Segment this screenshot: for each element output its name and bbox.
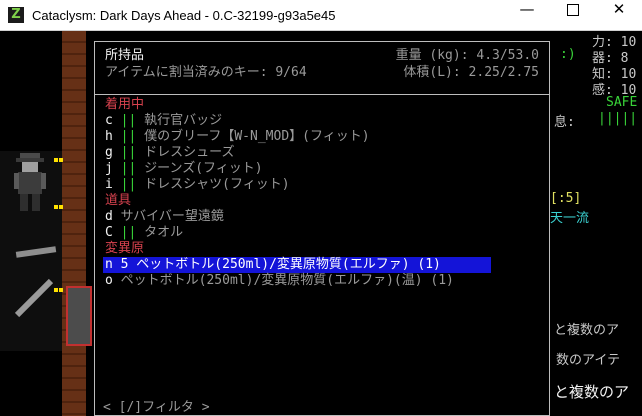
assigned-keys-label: アイテムに割当済みのキー: 9/64: [105, 65, 307, 81]
weight-label: 重量 (kg):: [395, 48, 469, 63]
assigned-keys-text: アイテムに割当済みのキー:: [105, 65, 268, 80]
message-log-line: 数のアイテ: [556, 353, 621, 368]
safe-mode-indicator: SAFE: [606, 95, 638, 110]
condition-bar: ||: [120, 113, 137, 128]
minimize-button[interactable]: —: [504, 0, 550, 31]
item-hotkey: j: [105, 161, 113, 176]
inventory-panel: 所持品 アイテムに割当済みのキー: 9/64 重量 (kg): 4.3/53.0…: [94, 41, 550, 416]
volume-value: 2.25/2.75: [468, 65, 539, 80]
marker-icon: [59, 288, 63, 292]
item-name: 5 ペットボトル(250ml)/変異原物質(エルファ) (1): [120, 257, 441, 272]
list-item[interactable]: o ペットボトル(250ml)/変異原物質(エルファ)(温) (1): [105, 273, 454, 289]
item-name: ジーンズ(フィット): [144, 161, 263, 176]
window-titlebar: Z Cataclysm: Dark Days Ahead - 0.C-32199…: [0, 0, 642, 31]
inventory-title: 所持品: [105, 48, 145, 63]
list-item[interactable]: d サバイバー望遠鏡: [105, 209, 224, 225]
mood-indicator: :): [560, 47, 576, 62]
divider: [95, 94, 549, 95]
condition-bar: ||: [120, 177, 137, 192]
close-button[interactable]: ✕: [596, 0, 642, 31]
martial-style: 天一流: [550, 211, 590, 226]
focus-bars: |||||: [598, 111, 638, 126]
condition-bar: ||: [120, 225, 137, 240]
item-name: 執行官バッジ: [144, 113, 223, 128]
weight-readout: 重量 (kg): 4.3/53.0: [367, 48, 539, 64]
wall-tiles: [62, 31, 86, 416]
window-title: Cataclysm: Dark Days Ahead - 0.C-32199-g…: [32, 8, 336, 23]
item-hotkey: i: [105, 177, 113, 192]
item-name: タオル: [144, 225, 184, 240]
maximize-icon: [567, 3, 579, 16]
category-worn: 着用中: [105, 97, 145, 112]
item-hotkey: n: [105, 257, 113, 272]
message-log-line: と複数のア: [554, 383, 630, 401]
item-name: 僕のブリーフ【W-N_MOD】(フィット): [144, 129, 370, 144]
item-hotkey: c: [105, 113, 113, 128]
list-item[interactable]: C || タオル: [105, 225, 183, 241]
sidebar-bracket: [:5]: [550, 191, 582, 206]
weight-value: 4.3/53.0: [476, 48, 539, 63]
marker-icon: [54, 205, 58, 209]
list-item[interactable]: j || ジーンズ(フィット): [105, 161, 263, 177]
filter-hint[interactable]: < [/]フィルタ >: [103, 400, 210, 416]
marker-icon: [59, 205, 63, 209]
item-hotkey: g: [105, 145, 113, 160]
list-item[interactable]: g || ドレスシューズ: [105, 145, 235, 161]
item-name: ドレスシューズ: [144, 145, 235, 160]
item-hotkey: C: [105, 225, 113, 240]
condition-bar: ||: [120, 145, 137, 160]
item-name: ペットボトル(250ml)/変異原物質(エルファ)(温) (1): [120, 273, 454, 288]
category-mutagen: 変異原: [105, 241, 145, 256]
app-icon: Z: [8, 7, 24, 23]
item-hotkey: h: [105, 129, 113, 144]
assigned-keys-value: 9/64: [275, 65, 307, 80]
volume-readout: 体積(L): 2.25/2.75: [367, 65, 539, 81]
volume-label: 体積(L):: [403, 65, 461, 80]
message-log-line: と複数のア: [554, 323, 620, 338]
condition-bar: ||: [120, 161, 137, 176]
focus-label: 息:: [554, 115, 575, 130]
npc-sprite-icon: [14, 153, 46, 211]
condition-bar: ||: [120, 129, 137, 144]
item-name: ドレスシャツ(フィット): [144, 177, 290, 192]
list-item[interactable]: i || ドレスシャツ(フィット): [105, 177, 290, 193]
door-tile: [66, 286, 92, 346]
list-item[interactable]: c || 執行官バッジ: [105, 113, 222, 129]
marker-icon: [59, 158, 63, 162]
item-name: サバイバー望遠鏡: [120, 209, 224, 224]
maximize-button[interactable]: [550, 0, 596, 31]
item-hotkey: d: [105, 209, 113, 224]
marker-icon: [54, 288, 58, 292]
item-hotkey: o: [105, 273, 113, 288]
list-item-selected[interactable]: n 5 ペットボトル(250ml)/変異原物質(エルファ) (1): [105, 257, 441, 273]
category-tools: 道具: [105, 193, 132, 208]
marker-icon: [54, 158, 58, 162]
list-item[interactable]: h || 僕のブリーフ【W-N_MOD】(フィット): [105, 129, 370, 145]
